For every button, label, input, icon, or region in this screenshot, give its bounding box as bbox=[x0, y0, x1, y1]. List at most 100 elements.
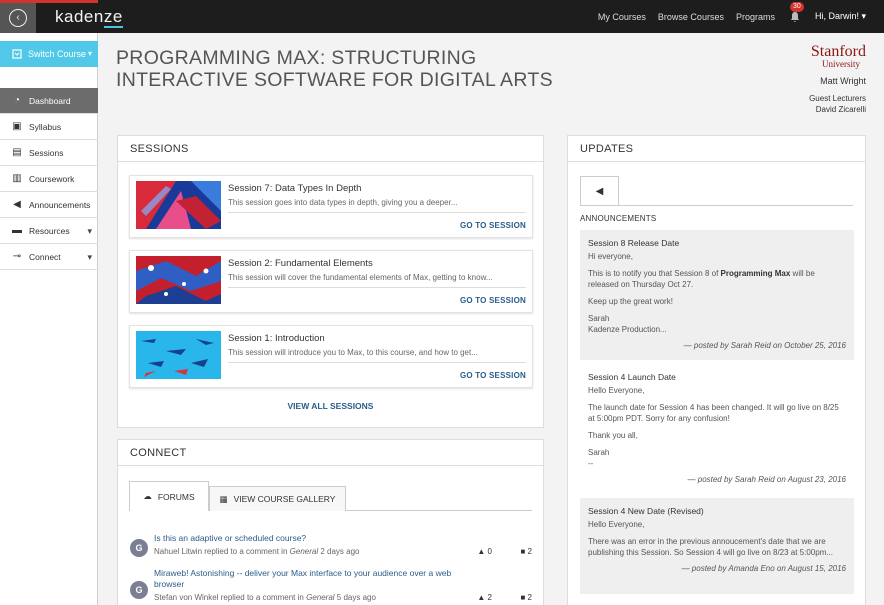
sidebar-item-label: Announcements bbox=[29, 199, 91, 210]
folder-icon: ▬ bbox=[12, 225, 22, 236]
coursework-icon: ▥ bbox=[12, 173, 22, 184]
sidebar-nav: ◔ Dashboard ▣ Syllabus ▤ Sessions ▥ Cour… bbox=[0, 88, 98, 270]
tab-label: VIEW COURSE GALLERY bbox=[233, 494, 336, 504]
session-title[interactable]: Session 1: Introduction bbox=[228, 333, 325, 344]
sidebar-item-label: Connect bbox=[29, 251, 61, 262]
arrow-up-icon[interactable]: ▲ bbox=[477, 593, 485, 602]
forum-post-author: Stefan von Winkel replied to a comment i… bbox=[154, 593, 304, 602]
user-menu[interactable]: Hi, Darwin! ▾ bbox=[815, 11, 866, 22]
tab-view-course-gallery[interactable]: ▦ VIEW COURSE GALLERY bbox=[209, 486, 346, 511]
forum-post-title[interactable]: Is this an adaptive or scheduled course? bbox=[154, 533, 454, 544]
chevron-down-icon[interactable]: ▾ bbox=[87, 226, 92, 237]
chevron-down-icon: ▾ bbox=[87, 49, 92, 58]
session-thumbnail bbox=[136, 256, 221, 304]
sidebar-item-resources[interactable]: ▬ Resources ▾ bbox=[0, 218, 98, 244]
go-to-session-link[interactable]: GO TO SESSION bbox=[460, 221, 526, 230]
sidebar-item-dashboard[interactable]: ◔ Dashboard bbox=[0, 88, 98, 114]
forum-post-category[interactable]: General bbox=[290, 547, 318, 556]
megaphone-icon: ◀ bbox=[13, 199, 21, 210]
session-card[interactable]: Session 2: Fundamental Elements This ses… bbox=[129, 250, 533, 313]
session-description: This session will cover the fundamental … bbox=[228, 273, 493, 282]
updates-panel: UPDATES ◀ ANNOUNCEMENTS Session 8 Releas… bbox=[567, 135, 866, 605]
session-thumbnail bbox=[136, 331, 221, 379]
divider bbox=[228, 362, 526, 363]
announcement-text: Sarah -- bbox=[588, 447, 846, 469]
session-title[interactable]: Session 2: Fundamental Elements bbox=[228, 258, 373, 269]
nav-browse-courses[interactable]: Browse Courses bbox=[658, 12, 724, 22]
stanford-logo[interactable]: Stanford University bbox=[811, 44, 866, 70]
gallery-icon: ▦ bbox=[219, 493, 228, 504]
announcement-text: There was an error in the previous annou… bbox=[588, 537, 834, 557]
view-all-sessions-link[interactable]: VIEW ALL SESSIONS bbox=[118, 401, 543, 411]
go-to-session-link[interactable]: GO TO SESSION bbox=[460, 296, 526, 305]
dashboard-gauge-icon: ◔ bbox=[13, 95, 21, 106]
sessions-panel: SESSIONS Session 7: Data Types In Depth … bbox=[117, 135, 544, 428]
sessions-heading: SESSIONS bbox=[118, 136, 543, 162]
sidebar-item-label: Syllabus bbox=[29, 121, 62, 132]
switch-course-button[interactable]: Switch Course ▾ bbox=[0, 41, 98, 67]
sidebar-item-connect[interactable]: ⊸ Connect ▾ bbox=[0, 244, 98, 270]
top-bar: ‹ kadenze My Courses Browse Courses Prog… bbox=[0, 0, 884, 33]
notifications-button[interactable]: 30 bbox=[787, 1, 804, 25]
updates-heading: UPDATES bbox=[568, 136, 865, 162]
tab-announcements[interactable]: ◀ bbox=[580, 176, 619, 205]
sidebar-item-label: Dashboard bbox=[29, 95, 71, 106]
sidebar-item-label: Resources bbox=[29, 225, 70, 236]
tab-label: FORUMS bbox=[157, 491, 195, 502]
instructor-name[interactable]: Matt Wright bbox=[820, 76, 866, 86]
course-title-line-1: PROGRAMMING MAX: STRUCTURING bbox=[116, 47, 477, 69]
session-title[interactable]: Session 7: Data Types In Depth bbox=[228, 183, 361, 194]
connect-heading: CONNECT bbox=[118, 440, 543, 466]
forum-post-title[interactable]: Miraweb! Astonishing -- deliver your Max… bbox=[154, 568, 454, 590]
sidebar-item-sessions[interactable]: ▤ Sessions bbox=[0, 140, 98, 166]
notification-icon bbox=[790, 11, 800, 22]
announcement-title[interactable]: Session 8 Release Date bbox=[588, 238, 846, 248]
back-button[interactable]: ‹ bbox=[0, 3, 36, 33]
nav-programs[interactable]: Programs bbox=[736, 12, 775, 22]
forum-post-category[interactable]: General bbox=[306, 593, 334, 602]
nav-my-courses[interactable]: My Courses bbox=[598, 12, 646, 22]
sidebar-item-announcements[interactable]: ◀ Announcements bbox=[0, 192, 98, 218]
announcement-signature: Sarah bbox=[588, 314, 610, 323]
logo-text-accent: ze bbox=[103, 7, 123, 28]
syllabus-icon: ▣ bbox=[12, 121, 22, 132]
guest-lecturers: Guest Lecturers David Zicarelli bbox=[809, 93, 866, 115]
announcement-posted-by: — posted by Sarah Reid on October 25, 20… bbox=[683, 341, 846, 350]
forum-post-meta: Nahuel Litwin replied to a comment in Ge… bbox=[154, 547, 359, 556]
kadenze-logo[interactable]: kadenze bbox=[55, 7, 123, 28]
guest-lecturers-label: Guest Lecturers bbox=[809, 94, 866, 103]
announcement-signature-org: -- bbox=[588, 459, 594, 468]
session-card[interactable]: Session 1: Introduction This session wil… bbox=[129, 325, 533, 388]
session-card[interactable]: Session 7: Data Types In Depth This sess… bbox=[129, 175, 533, 238]
announcement-text: Hello Everyone, bbox=[588, 386, 645, 395]
session-description: This session goes into data types in dep… bbox=[228, 198, 458, 207]
reply-count-value: 2 bbox=[527, 547, 532, 556]
chat-bubble-icon: ☁ bbox=[143, 491, 152, 501]
go-to-session-link[interactable]: GO TO SESSION bbox=[460, 371, 526, 380]
reply-count: ■ 2 bbox=[520, 547, 532, 556]
notification-count-badge: 30 bbox=[789, 1, 804, 12]
divider bbox=[228, 287, 526, 288]
forum-post-author: Nahuel Litwin replied to a comment in bbox=[154, 547, 288, 556]
sidebar-item-label: Sessions bbox=[29, 147, 64, 158]
course-title: PROGRAMMING MAX: STRUCTURING INTERACTIVE… bbox=[116, 47, 576, 91]
chevron-down-icon[interactable]: ▾ bbox=[87, 252, 92, 263]
announcement-text: Sarah Kadenze Production... bbox=[588, 313, 846, 335]
announcement-item: Session 4 New Date (Revised) Hello Every… bbox=[580, 498, 854, 594]
sidebar-item-coursework[interactable]: ▥ Coursework bbox=[0, 166, 98, 192]
sidebar-item-syllabus[interactable]: ▣ Syllabus bbox=[0, 114, 98, 140]
tab-forums[interactable]: ☁ FORUMS bbox=[129, 481, 209, 511]
announcement-text: Keep up the great work! bbox=[588, 297, 673, 306]
back-arrow-icon: ‹ bbox=[9, 9, 27, 27]
arrow-up-icon[interactable]: ▲ bbox=[477, 547, 485, 556]
announcement-posted-by: — posted by Sarah Reid on August 23, 201… bbox=[687, 475, 846, 484]
announcement-title[interactable]: Session 4 Launch Date bbox=[588, 372, 846, 382]
list-item[interactable]: G Miraweb! Astonishing -- deliver your M… bbox=[129, 568, 532, 605]
avatar: G bbox=[130, 539, 148, 557]
announcement-title[interactable]: Session 4 New Date (Revised) bbox=[588, 506, 846, 516]
guest-lecturer-name[interactable]: David Zicarelli bbox=[809, 104, 866, 115]
forum-post-time: 5 days ago bbox=[336, 593, 376, 602]
sidebar: Switch Course ▾ ◔ Dashboard ▣ Syllabus ▤… bbox=[0, 33, 98, 605]
announcement-signature-org: Kadenze Production... bbox=[588, 325, 667, 334]
divider bbox=[580, 205, 853, 206]
